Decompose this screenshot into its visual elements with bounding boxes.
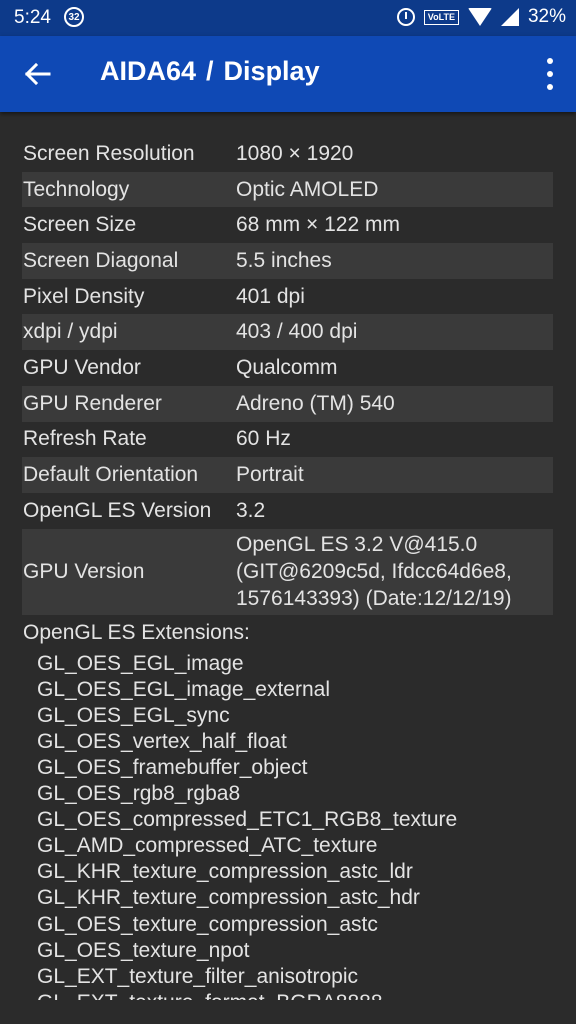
detail-label: GPU Renderer	[23, 391, 162, 415]
alarm-icon	[396, 8, 415, 26]
detail-row: OpenGL ES Version 3.2	[22, 493, 553, 529]
detail-value: 1080 × 1920	[236, 141, 354, 165]
detail-label: Default Orientation	[23, 463, 199, 487]
detail-row: xdpi / ydpi 403 / 400 dpi	[22, 314, 553, 351]
battery-percent: 32%	[527, 6, 566, 27]
detail-row: Screen Size 68 mm × 122 mm	[22, 207, 553, 243]
extension-item: GL_OES_texture_compression_astc	[37, 912, 378, 936]
app-name: AIDA64	[100, 56, 197, 86]
status-icons: VoLTE 32%	[396, 6, 566, 28]
detail-label: OpenGL ES Version	[23, 498, 212, 522]
overflow-menu-button[interactable]	[542, 58, 558, 90]
extension-item: GL_OES_EGL_image	[37, 651, 244, 675]
detail-label: GPU Vendor	[23, 355, 141, 379]
detail-row: GPU Vendor Qualcomm	[22, 350, 553, 386]
detail-value: 401 dpi	[236, 284, 305, 308]
detail-label: Screen Diagonal	[23, 248, 179, 272]
detail-value: Qualcomm	[236, 355, 338, 379]
detail-value: 60 Hz	[236, 427, 291, 451]
more-vert-icon	[547, 58, 553, 64]
detail-value: 68 mm × 122 mm	[236, 213, 400, 237]
extension-item: GL_EXT_texture_filter_anisotropic	[37, 964, 358, 988]
detail-value: 3.2	[236, 498, 266, 522]
volte-icon: VoLTE	[423, 9, 459, 25]
extensions-list: GL_OES_EGL_image GL_OES_EGL_image_externa…	[22, 651, 553, 1000]
detail-value: OpenGL ES 3.2 V@415.0 (GIT@6209c5d, Ifdc…	[236, 533, 512, 611]
detail-label: Screen Resolution	[23, 141, 195, 165]
display-details: Screen Resolution 1080 × 1920 Technology Op…	[22, 136, 553, 1000]
detail-value: 403 / 400 dpi	[236, 320, 358, 344]
detail-row: GPU Version OpenGL ES 3.2 V@415.0 (GIT@62…	[22, 528, 553, 615]
wifi-icon	[467, 8, 492, 26]
detail-value: Adreno (TM) 540	[236, 391, 395, 415]
arrow-left-icon	[25, 63, 51, 85]
page-name: Display	[223, 56, 320, 86]
app-bar: AIDA64 / Display	[0, 36, 576, 112]
detail-value: Optic AMOLED	[236, 177, 379, 201]
extension-item: GL_KHR_texture_compression_astc_ldr	[37, 860, 413, 884]
extension-item: GL_EXT_texture_format_BGRA8888	[37, 990, 553, 1000]
extension-item: GL_OES_framebuffer_object	[37, 755, 308, 779]
detail-row: Screen Diagonal 5.5 inches	[22, 243, 553, 279]
page-title: AIDA64 / Display	[100, 56, 320, 87]
status-time: 5:24	[14, 7, 51, 28]
detail-row: Pixel Density 401 dpi	[22, 279, 553, 315]
detail-label: Refresh Rate	[23, 427, 147, 451]
detail-row: Default Orientation Portrait	[22, 457, 553, 493]
extension-item: GL_OES_vertex_half_float	[37, 729, 287, 753]
extension-item: GL_KHR_texture_compression_astc_hdr	[37, 886, 420, 910]
title-separator: /	[206, 56, 214, 86]
detail-row: Screen Resolution 1080 × 1920	[22, 136, 553, 172]
detail-label: Technology	[23, 177, 130, 201]
detail-label: xdpi / ydpi	[23, 320, 118, 344]
detail-row: Technology Optic AMOLED	[22, 171, 553, 208]
status-bar: 5:24 32 VoLTE 32%	[0, 0, 576, 36]
extension-item: GL_OES_compressed_ETC1_RGB8_texture	[37, 808, 458, 832]
extension-item: GL_OES_rgb8_rgba8	[37, 782, 241, 806]
extension-item: GL_AMD_compressed_ATC_texture	[37, 834, 378, 858]
detail-label: Pixel Density	[23, 284, 145, 308]
signal-icon	[500, 8, 519, 26]
extension-item: GL_OES_EGL_sync	[37, 703, 230, 727]
detail-label: Screen Size	[23, 213, 137, 237]
detail-label: GPU Version	[23, 559, 145, 583]
extension-item: GL_OES_texture_npot	[37, 938, 250, 962]
back-button[interactable]	[18, 54, 58, 94]
detail-value: 5.5 inches	[236, 248, 332, 272]
extension-item: GL_OES_EGL_image_external	[37, 677, 331, 701]
extensions-header: OpenGL ES Extensions:	[23, 620, 250, 644]
detail-value: Portrait	[236, 463, 304, 487]
notification-badge-icon: 32	[64, 7, 84, 27]
detail-row: GPU Renderer Adreno (TM) 540	[22, 385, 553, 422]
detail-row: Refresh Rate 60 Hz	[22, 422, 553, 458]
